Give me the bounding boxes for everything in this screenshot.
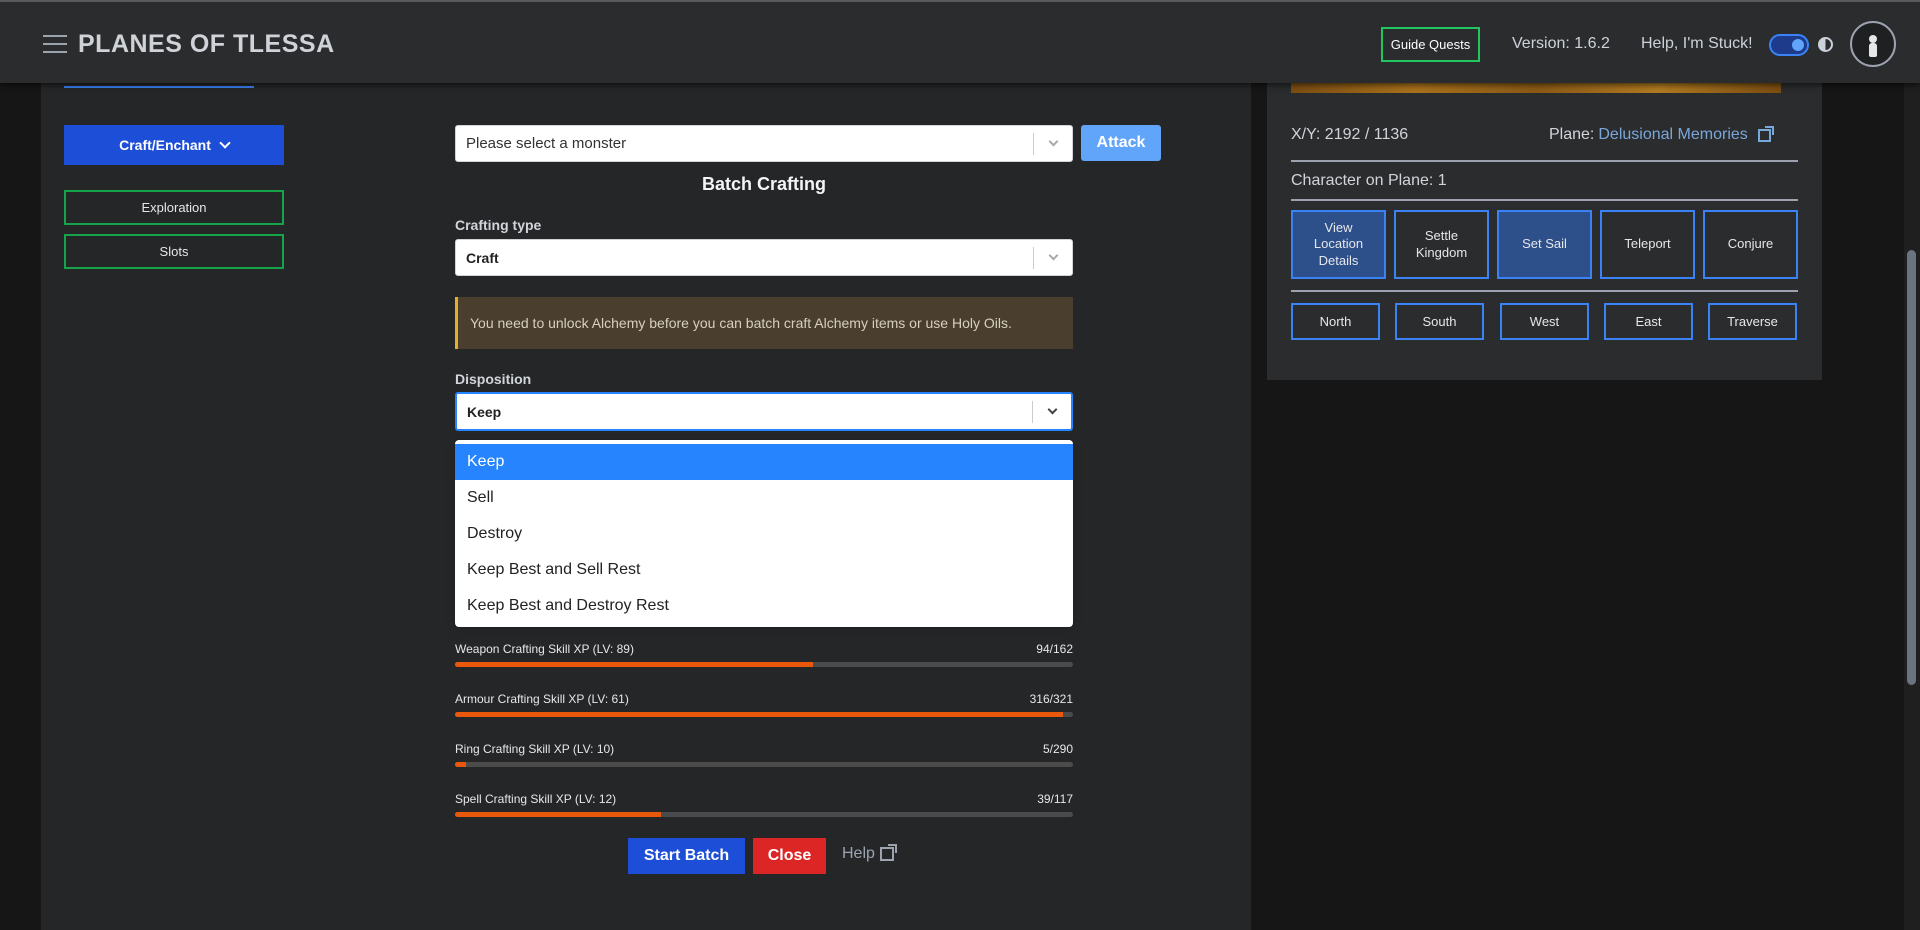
xp-fill	[455, 662, 814, 667]
help-link[interactable]: Help	[842, 844, 897, 863]
skill-label: Armour Crafting Skill XP (LV: 61)	[455, 692, 629, 706]
external-link-icon	[879, 844, 897, 861]
weapon-crafting-xp: Weapon Crafting Skill XP (LV: 89) 94/162	[455, 642, 1073, 667]
conjure-button[interactable]: Conjure	[1703, 210, 1798, 279]
skill-label: Weapon Crafting Skill XP (LV: 89)	[455, 642, 634, 656]
skill-value: 39/117	[1037, 792, 1073, 806]
top-navbar: PLANES OF TLESSA Guide Quests Version: 1…	[0, 0, 1920, 83]
monster-select-placeholder: Please select a monster	[466, 135, 627, 152]
disposition-value: Keep	[467, 403, 502, 420]
version-label: Version: 1.6.2	[1512, 35, 1610, 52]
disposition-select[interactable]: Keep	[455, 392, 1073, 431]
brand-title[interactable]: PLANES OF TLESSA	[78, 30, 335, 59]
divider	[1291, 160, 1798, 162]
user-icon	[1869, 35, 1877, 43]
xp-track	[455, 812, 1073, 817]
west-button[interactable]: West	[1500, 303, 1589, 340]
disposition-option-keep-best-sell[interactable]: Keep Best and Sell Rest	[455, 552, 1073, 588]
skill-label: Spell Crafting Skill XP (LV: 12)	[455, 792, 617, 806]
slots-button[interactable]: Slots	[64, 234, 284, 269]
user-menu-button[interactable]	[1850, 21, 1896, 67]
disposition-label: Disposition	[455, 371, 532, 387]
start-batch-button[interactable]: Start Batch	[628, 838, 745, 874]
help-label: Help	[842, 845, 875, 862]
xp-fill	[455, 812, 661, 817]
skill-value: 94/162	[1036, 642, 1073, 656]
plane-info: Plane: Delusional Memories	[1549, 125, 1774, 144]
xp-fill	[455, 762, 466, 767]
spell-crafting-xp: Spell Crafting Skill XP (LV: 12) 39/117	[455, 792, 1073, 817]
user-icon-body	[1869, 43, 1877, 57]
set-sail-button[interactable]: Set Sail	[1497, 210, 1592, 279]
plane-link[interactable]: Delusional Memories	[1598, 126, 1747, 144]
map-image[interactable]	[1291, 83, 1781, 93]
theme-toggle[interactable]	[1769, 34, 1809, 56]
guide-quests-button[interactable]: Guide Quests	[1381, 27, 1480, 62]
disposition-option-keep[interactable]: Keep	[455, 444, 1073, 480]
xp-track	[455, 762, 1073, 767]
coordinates: X/Y: 2192 / 1136	[1291, 126, 1409, 143]
exploration-button[interactable]: Exploration	[64, 190, 284, 225]
batch-crafting-title: Batch Crafting	[701, 174, 826, 194]
south-button[interactable]: South	[1395, 303, 1484, 340]
disposition-option-sell[interactable]: Sell	[455, 480, 1073, 516]
view-location-details-button[interactable]: View Location Details	[1291, 210, 1386, 279]
menu-icon[interactable]	[43, 35, 67, 53]
east-button[interactable]: East	[1604, 303, 1693, 340]
skill-value: 316/321	[1029, 692, 1073, 706]
chevron-down-icon[interactable]	[1034, 136, 1072, 147]
crafting-type-value: Craft	[466, 249, 499, 266]
xp-track	[455, 712, 1073, 717]
scrollbar-thumb[interactable]	[1907, 250, 1916, 685]
external-link-icon[interactable]	[1757, 125, 1774, 142]
skill-value: 5/290	[1042, 742, 1073, 756]
toggle-knob	[1792, 39, 1804, 51]
disposition-option-destroy[interactable]: Destroy	[455, 516, 1073, 552]
alchemy-warning-alert: You need to unlock Alchemy before you ca…	[455, 297, 1073, 349]
disposition-option-keep-best-destroy[interactable]: Keep Best and Destroy Rest	[455, 588, 1073, 624]
xp-track	[455, 662, 1073, 667]
disposition-menu: Keep Sell Destroy Keep Best and Sell Res…	[455, 440, 1073, 627]
divider	[1291, 199, 1798, 201]
contrast-icon	[1818, 37, 1833, 52]
craft-enchant-dropdown-button[interactable]: Craft/Enchant	[64, 125, 284, 165]
active-tab-underline	[64, 86, 254, 88]
chevron-down-icon[interactable]	[1034, 250, 1072, 261]
help-stuck-link[interactable]: Help, I'm Stuck!	[1641, 35, 1753, 53]
craft-enchant-label: Craft/Enchant	[119, 137, 211, 153]
divider	[1291, 290, 1798, 292]
plane-label: Plane:	[1549, 126, 1595, 143]
ring-crafting-xp: Ring Crafting Skill XP (LV: 10) 5/290	[455, 742, 1073, 767]
settle-kingdom-button[interactable]: Settle Kingdom	[1394, 210, 1489, 279]
attack-button[interactable]: Attack	[1081, 125, 1161, 161]
traverse-button[interactable]: Traverse	[1708, 303, 1797, 340]
monster-select[interactable]: Please select a monster	[455, 125, 1073, 162]
north-button[interactable]: North	[1291, 303, 1380, 340]
close-button[interactable]: Close	[753, 838, 826, 874]
skill-label: Ring Crafting Skill XP (LV: 10)	[455, 742, 615, 756]
teleport-button[interactable]: Teleport	[1600, 210, 1695, 279]
armour-crafting-xp: Armour Crafting Skill XP (LV: 61) 316/321	[455, 692, 1073, 717]
crafting-type-select[interactable]: Craft	[455, 239, 1073, 276]
chevron-down-icon[interactable]	[1033, 404, 1071, 415]
chevron-down-icon	[219, 137, 231, 149]
crafting-type-label: Crafting type	[455, 217, 542, 233]
xp-fill	[455, 712, 1064, 717]
character-on-plane: Character on Plane: 1	[1291, 172, 1447, 189]
